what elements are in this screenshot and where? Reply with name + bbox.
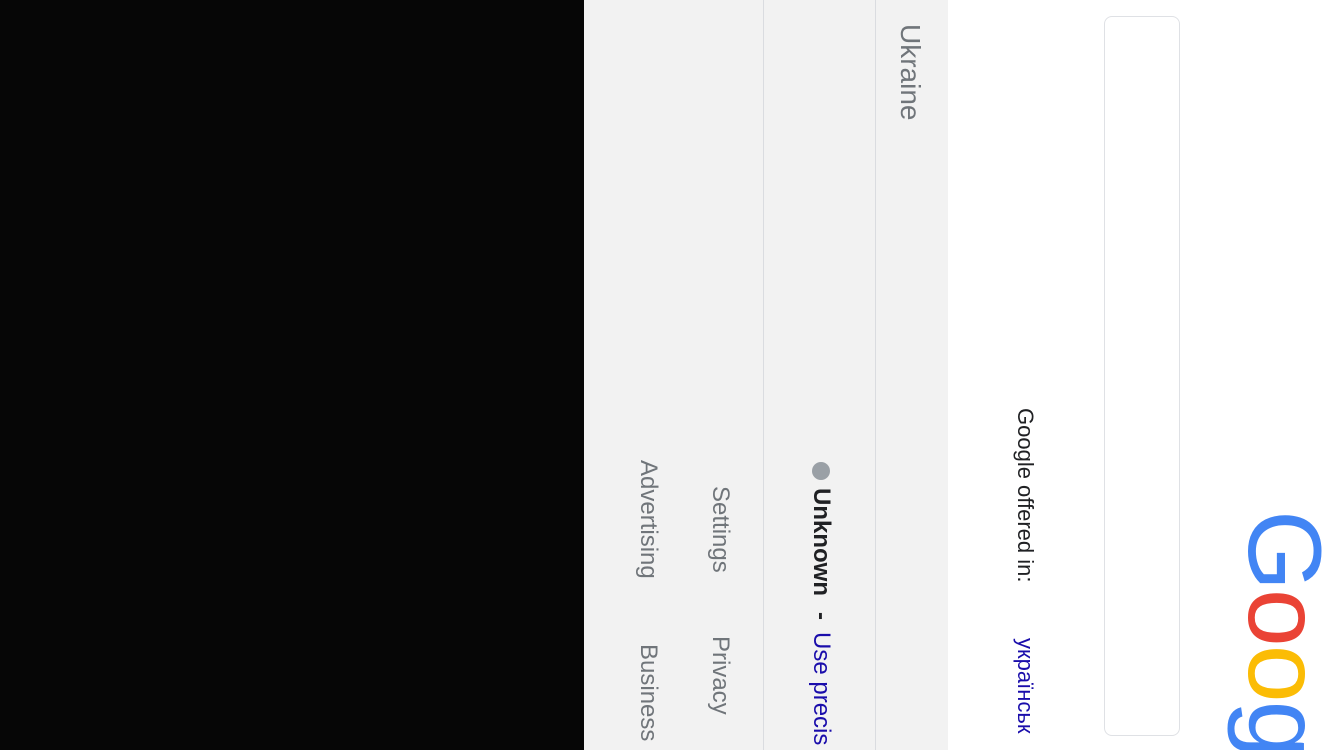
browser-page: Goog Google offered in: українськ Ukrain… — [584, 0, 1334, 750]
location-separator: - — [808, 612, 835, 620]
logo-letter: o — [1226, 588, 1334, 645]
logo-letter: o — [1226, 644, 1334, 701]
location-status: Unknown — [808, 488, 835, 596]
footer-location-row: Unknown - Use precis — [763, 0, 875, 750]
use-precise-location-link[interactable]: Use precis — [807, 632, 835, 745]
empty-dark-area — [0, 0, 584, 750]
languages-offered-label: Google offered in: — [1013, 408, 1038, 583]
footer-link-business[interactable]: Business — [634, 644, 662, 741]
logo-letter: g — [1226, 700, 1334, 750]
logo-letter: G — [1226, 510, 1334, 589]
page-content-rotated: Goog Google offered in: українськ Ukrain… — [584, 0, 1334, 750]
language-link-ukrainian[interactable]: українськ — [1012, 638, 1038, 733]
footer-country: Ukraine — [895, 24, 926, 121]
search-input[interactable] — [1104, 16, 1180, 736]
footer-link-advertising[interactable]: Advertising — [634, 460, 662, 579]
location-status-dot-icon — [812, 462, 830, 480]
footer-country-row: Ukraine — [875, 0, 948, 750]
google-logo[interactable]: Goog — [1226, 510, 1334, 750]
footer-link-privacy[interactable]: Privacy — [706, 636, 734, 715]
footer-link-settings[interactable]: Settings — [706, 486, 734, 573]
footer: Ukraine Unknown - Use precis Settings Pr… — [584, 0, 948, 750]
